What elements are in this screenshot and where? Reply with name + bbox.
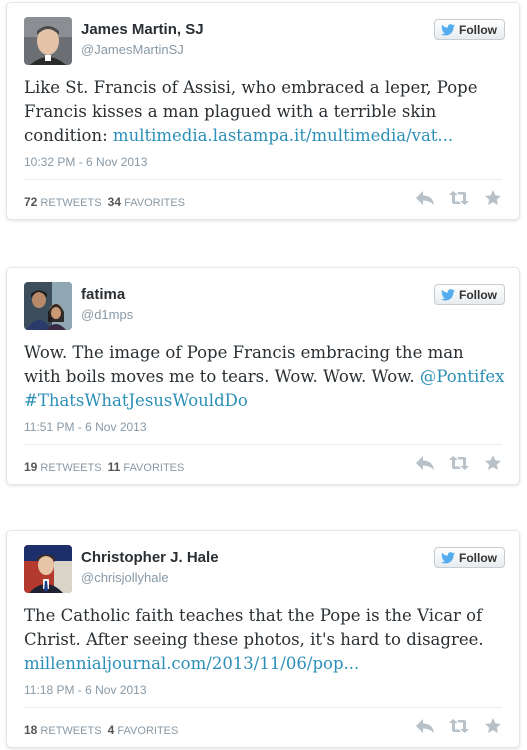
favorite-star-icon[interactable] (483, 455, 503, 471)
follow-label: Follow (459, 287, 497, 302)
retweet-count[interactable]: 19 (24, 460, 37, 474)
divider (24, 444, 502, 445)
avatar[interactable] (24, 282, 72, 330)
favorite-count[interactable]: 34 (108, 195, 121, 209)
tweet-stats: 18 RETWEETS 4 FAVORITES (24, 723, 178, 737)
reply-icon[interactable] (415, 190, 435, 206)
favorites-label: FAVORITES (124, 197, 186, 209)
favorite-count[interactable]: 11 (108, 460, 121, 474)
mention-link[interactable]: @Pontifex (420, 367, 505, 386)
favorite-star-icon[interactable] (483, 718, 503, 734)
retweets-label: RETWEETS (40, 462, 102, 474)
favorites-label: FAVORITES (117, 725, 179, 737)
twitter-bird-icon (441, 23, 455, 35)
author-name[interactable]: fatima (81, 286, 125, 303)
author-handle[interactable]: @JamesMartinSJ (81, 42, 184, 57)
tweet-body: Wow. The image of Pope Francis embracing… (24, 343, 464, 386)
favorites-label: FAVORITES (123, 462, 185, 474)
follow-button[interactable]: Follow (434, 284, 505, 305)
author-handle[interactable]: @d1mps (81, 307, 133, 322)
follow-button[interactable]: Follow (434, 19, 505, 40)
retweet-icon[interactable] (449, 718, 469, 734)
timestamp[interactable]: 11:18 PM - 6 Nov 2013 (24, 683, 147, 697)
follow-label: Follow (459, 22, 497, 37)
tweet-link[interactable]: multimedia.lastampa.it/multimedia/vat... (113, 126, 453, 145)
avatar[interactable] (24, 545, 72, 593)
tweet-link[interactable]: millennialjournal.com/2013/11/06/pop... (24, 654, 359, 673)
timestamp[interactable]: 10:32 PM - 6 Nov 2013 (24, 155, 147, 169)
reply-icon[interactable] (415, 455, 435, 471)
author-name[interactable]: Christopher J. Hale (81, 549, 219, 566)
tweet-stats: 72 RETWEETS 34 FAVORITES (24, 195, 185, 209)
hashtag-link[interactable]: #ThatsWhatJesusWouldDo (24, 391, 248, 410)
follow-label: Follow (459, 550, 497, 565)
divider (24, 707, 502, 708)
retweets-label: RETWEETS (40, 725, 102, 737)
tweet-card: James Martin, SJ @JamesMartinSJ Follow L… (6, 2, 520, 220)
divider (24, 179, 502, 180)
tweet-text: Wow. The image of Pope Francis embracing… (24, 341, 505, 413)
author-name[interactable]: James Martin, SJ (81, 21, 204, 38)
tweet-stats: 19 RETWEETS 11 FAVORITES (24, 460, 184, 474)
tweet-text: The Catholic faith teaches that the Pope… (24, 604, 505, 676)
retweet-icon[interactable] (449, 190, 469, 206)
tweet-text: Like St. Francis of Assisi, who embraced… (24, 76, 505, 148)
timestamp[interactable]: 11:51 PM - 6 Nov 2013 (24, 420, 147, 434)
retweet-icon[interactable] (449, 455, 469, 471)
tweet-card: fatima @d1mps Follow Wow. The image of P… (6, 267, 520, 485)
avatar[interactable] (24, 17, 72, 65)
tweet-card: Christopher J. Hale @chrisjollyhale Foll… (6, 530, 520, 748)
follow-button[interactable]: Follow (434, 547, 505, 568)
tweet-actions (415, 455, 503, 471)
retweet-count[interactable]: 18 (24, 723, 37, 737)
tweet-actions (415, 718, 503, 734)
reply-icon[interactable] (415, 718, 435, 734)
favorite-count[interactable]: 4 (108, 723, 115, 737)
twitter-bird-icon (441, 288, 455, 300)
author-handle[interactable]: @chrisjollyhale (81, 570, 169, 585)
retweet-count[interactable]: 72 (24, 195, 37, 209)
tweet-body: The Catholic faith teaches that the Pope… (24, 606, 484, 649)
favorite-star-icon[interactable] (483, 190, 503, 206)
twitter-bird-icon (441, 551, 455, 563)
retweets-label: RETWEETS (40, 197, 102, 209)
tweet-actions (415, 190, 503, 206)
